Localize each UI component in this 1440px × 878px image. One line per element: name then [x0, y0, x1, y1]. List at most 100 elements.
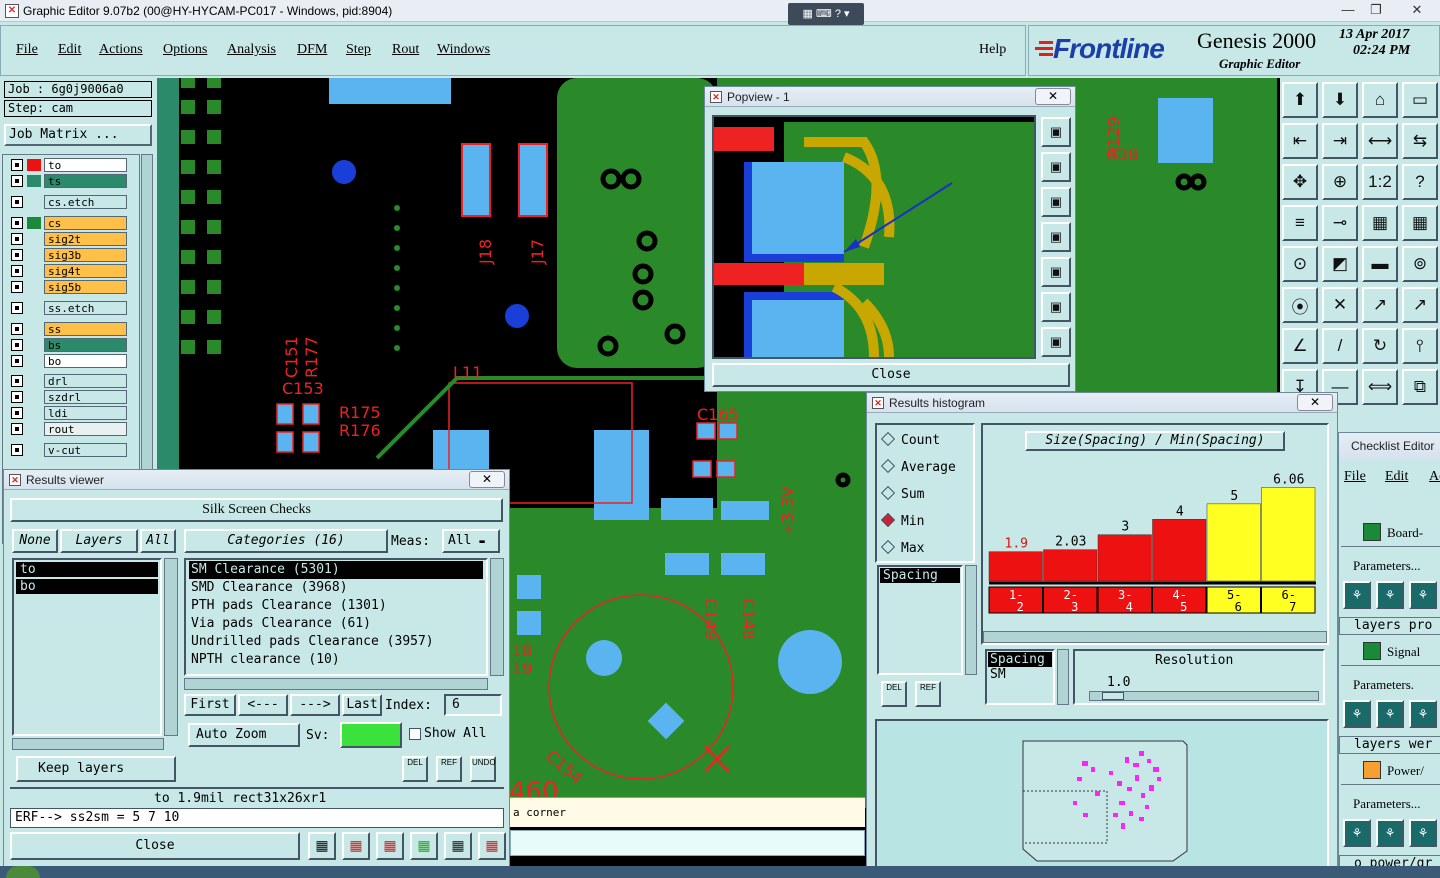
spacing-box-item[interactable]: Spacing	[988, 652, 1052, 667]
layer-checkbox[interactable]	[11, 196, 23, 208]
next-button[interactable]: --->	[290, 694, 340, 716]
layer-row-bo[interactable]: bo	[9, 354, 127, 368]
popview-zoom-icon[interactable]: ▣	[1041, 222, 1071, 252]
histogram-bar[interactable]	[1097, 534, 1152, 582]
results-tool-icon[interactable]: ▦	[410, 832, 438, 860]
none-button[interactable]: None	[12, 529, 58, 553]
layer-checkbox[interactable]	[11, 391, 23, 403]
tool-button-icon[interactable]: ?	[1402, 164, 1438, 200]
layer-row-rout[interactable]: rout	[9, 422, 127, 436]
popview-close-button[interactable]: Close	[712, 363, 1070, 387]
results-tool-icon[interactable]: ▦	[342, 832, 370, 860]
category-item[interactable]: SMD Clearance (3968)	[189, 579, 483, 597]
popview-zoom-icon[interactable]: ▣	[1041, 187, 1071, 217]
layer-row-to[interactable]: to	[9, 158, 127, 172]
results-tool-icon[interactable]: ▦	[478, 832, 506, 860]
start-button-icon[interactable]	[6, 866, 40, 878]
last-button[interactable]: Last	[342, 694, 382, 716]
tool-button-icon[interactable]: ↻	[1362, 328, 1398, 364]
category-scrollbar[interactable]	[490, 558, 504, 676]
layer-checkbox[interactable]	[11, 265, 23, 277]
tool-button-icon[interactable]: ⊙	[1282, 246, 1318, 282]
layer-row-ldi[interactable]: ldi	[9, 406, 127, 420]
layer-row-cs[interactable]: cs	[9, 216, 127, 230]
histogram-bar[interactable]	[1206, 503, 1261, 582]
layer-name[interactable]: drl	[44, 374, 127, 388]
layer-row-szdrl[interactable]: szdrl	[9, 390, 127, 404]
tool-button-icon[interactable]: ◩	[1322, 246, 1358, 282]
histogram-bar[interactable]	[1152, 519, 1207, 582]
layer-checkbox[interactable]	[11, 323, 23, 335]
layer-row-sig2t[interactable]: sig2t	[9, 232, 127, 246]
histogram-close-x[interactable]: ✕	[1297, 394, 1333, 411]
histogram-bar[interactable]	[1043, 549, 1098, 582]
checklist-run-icon[interactable]: ⚘	[1409, 819, 1437, 847]
layer-row-ss[interactable]: ss	[9, 322, 127, 336]
checklist-item[interactable]: Board-	[1341, 519, 1440, 547]
layer-row-cs-etch[interactable]: cs.etch	[9, 195, 127, 209]
popview-canvas[interactable]	[712, 115, 1036, 359]
close-window-button[interactable]: ✕	[1400, 1, 1434, 19]
ref-button[interactable]: REF	[436, 756, 462, 782]
histogram-bar[interactable]	[1261, 487, 1316, 582]
checklist-parameters-link[interactable]: Parameters...	[1353, 796, 1421, 812]
checklist-run-icon[interactable]: ⚘	[1409, 700, 1437, 728]
layer-color-swatch[interactable]	[27, 323, 41, 335]
radio-max[interactable]: Max	[880, 539, 924, 556]
checklist-parameters-link[interactable]: Parameters.	[1353, 677, 1414, 693]
popview-zoom-icon[interactable]: ▣	[1041, 292, 1071, 322]
layer-name[interactable]: ss	[44, 322, 127, 336]
layer-results-scrollbar[interactable]	[164, 558, 178, 736]
layer-name[interactable]: sig4t	[44, 264, 127, 278]
tool-button-icon[interactable]: ⇆	[1402, 123, 1438, 159]
layer-color-swatch[interactable]	[27, 281, 41, 293]
checklist-item[interactable]: Signal	[1341, 638, 1440, 666]
layer-checkbox[interactable]	[11, 444, 23, 456]
layer-name[interactable]: szdrl	[44, 390, 127, 404]
layer-row-ss-etch[interactable]: ss.etch	[9, 301, 127, 315]
tool-button-icon[interactable]: ⫯	[1402, 328, 1438, 364]
radio-sum[interactable]: Sum	[880, 485, 924, 502]
layer-checkbox[interactable]	[11, 375, 23, 387]
tool-button-icon[interactable]: ∠	[1282, 328, 1318, 364]
layer-color-swatch[interactable]	[27, 233, 41, 245]
layer-color-swatch[interactable]	[27, 249, 41, 261]
menu-step[interactable]: Step	[346, 42, 371, 58]
tool-button-icon[interactable]: ▦	[1402, 205, 1438, 241]
layer-checkbox[interactable]	[11, 302, 23, 314]
language-bar[interactable]: ▦ ⌨ ? ▾	[788, 3, 864, 25]
popview-zoom-icon[interactable]: ▣	[1041, 152, 1071, 182]
layer-name[interactable]: bs	[44, 338, 127, 352]
tool-button-icon[interactable]: 1:2	[1362, 164, 1398, 200]
results-tool-icon[interactable]: ▦	[444, 832, 472, 860]
board-overview[interactable]	[875, 719, 1329, 869]
layer-checkbox[interactable]	[11, 217, 23, 229]
tool-button-icon[interactable]: ⧉	[1402, 369, 1438, 405]
layer-row-sig4t[interactable]: sig4t	[9, 264, 127, 278]
layer-checkbox[interactable]	[11, 233, 23, 245]
sv-color-dropdown[interactable]	[340, 722, 402, 748]
layer-name[interactable]: ldi	[44, 406, 127, 420]
layer-row-drl[interactable]: drl	[9, 374, 127, 388]
menu-actions[interactable]: Actions	[99, 42, 143, 58]
show-all-checkbox[interactable]	[409, 728, 421, 740]
layer-results-hscroll[interactable]	[12, 738, 164, 750]
results-tool-icon[interactable]: ▦	[308, 832, 336, 860]
layer-row-sig5b[interactable]: sig5b	[9, 280, 127, 294]
tool-button-icon[interactable]: ⟺	[1362, 369, 1398, 405]
spacing-box-scrollbar[interactable]	[1057, 649, 1069, 705]
category-item[interactable]: SM Clearance (5301)	[189, 561, 483, 579]
radio-average[interactable]: Average	[880, 458, 956, 475]
auto-zoom-dropdown[interactable]: Auto Zoom	[188, 723, 300, 747]
layer-name[interactable]: to	[44, 158, 127, 172]
chart-hscroll[interactable]	[983, 631, 1327, 643]
tool-button-icon[interactable]: ⟷	[1362, 123, 1398, 159]
menu-rout[interactable]: Rout	[392, 42, 419, 58]
popview-zoom-icon[interactable]: ▣	[1041, 257, 1071, 287]
layer-checkbox[interactable]	[11, 339, 23, 351]
checklist-run-icon[interactable]: ⚘	[1376, 581, 1404, 609]
layer-name[interactable]: v-cut	[44, 443, 127, 457]
layer-color-swatch[interactable]	[27, 302, 41, 314]
resolution-slider[interactable]	[1089, 691, 1319, 701]
all-button[interactable]: All	[140, 529, 176, 553]
